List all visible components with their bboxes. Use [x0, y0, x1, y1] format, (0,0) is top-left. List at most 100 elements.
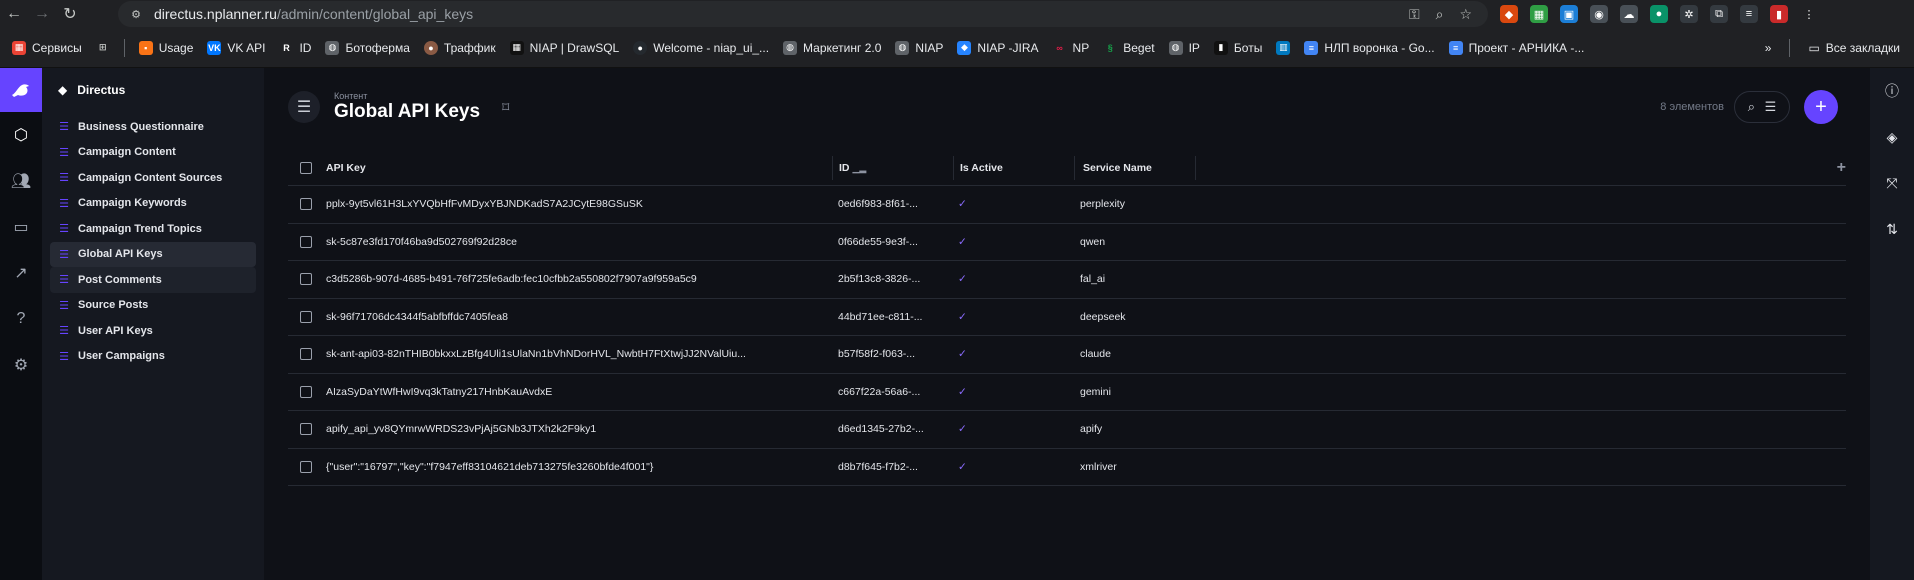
- reload-icon[interactable]: ↻: [56, 0, 84, 28]
- bookmark-label: Usage: [158, 40, 194, 55]
- layout-layers-icon[interactable]: ◈: [1870, 114, 1914, 160]
- settings-module-icon[interactable]: ⚙: [0, 342, 42, 388]
- extension-sheet-icon[interactable]: ▦: [1530, 5, 1548, 23]
- directus-logo-icon[interactable]: [0, 68, 42, 112]
- create-item-button[interactable]: +: [1804, 90, 1838, 124]
- bookmark-item[interactable]: ◆ NIAP -JIRA: [957, 40, 1039, 55]
- bookmark-label: Траффик: [443, 40, 496, 55]
- bookmark-item[interactable]: VK VK API: [207, 40, 265, 55]
- nav-item-user-api-keys[interactable]: ☰ User API Keys: [50, 318, 256, 344]
- sort-icon[interactable]: ▁▂: [853, 163, 867, 173]
- bookmark-item[interactable]: § Beget: [1103, 40, 1155, 55]
- row-checkbox[interactable]: [300, 273, 312, 286]
- bookmark-item[interactable]: ◍ IP: [1168, 40, 1200, 55]
- table-row[interactable]: c3d5286b-907d-4685-b491-76f725fe6adb:fec…: [288, 261, 1846, 299]
- nav-item-user-campaigns[interactable]: ☰ User Campaigns: [50, 344, 256, 370]
- select-all-checkbox[interactable]: [300, 161, 312, 174]
- filter-icon[interactable]: ☰: [1765, 99, 1777, 115]
- add-field-icon[interactable]: +: [1837, 159, 1846, 177]
- extension-camera-icon[interactable]: ◉: [1590, 5, 1608, 23]
- bookmark-item[interactable]: ▥: [1276, 40, 1291, 55]
- star-icon[interactable]: ☆: [1459, 6, 1472, 23]
- address-bar[interactable]: ⚙ directus.nplanner.ru/admin/content/glo…: [118, 1, 1488, 27]
- nav-item-campaign-content-sources[interactable]: ☰ Campaign Content Sources: [50, 165, 256, 191]
- nav-item-business-questionnaire[interactable]: ☰ Business Questionnaire: [50, 114, 256, 140]
- bookmark-item[interactable]: ◍ Маркетинг 2.0: [783, 40, 881, 55]
- table-row[interactable]: apify_api_yv8QYmrwWRDS23vPjAj5GNb3JTXh2k…: [288, 411, 1846, 449]
- bookmark-item[interactable]: ▦ Сервисы: [12, 40, 82, 55]
- bookmarks-overflow-icon[interactable]: »: [1765, 41, 1772, 55]
- nav-item-campaign-keywords[interactable]: ☰ Campaign Keywords: [50, 191, 256, 217]
- row-checkbox[interactable]: [300, 385, 312, 398]
- profile-icon[interactable]: ▮: [1770, 5, 1788, 23]
- nav-item-campaign-content[interactable]: ☰ Campaign Content: [50, 140, 256, 166]
- check-icon: ✓: [958, 310, 967, 323]
- bookmark-item[interactable]: ▪ Usage: [138, 40, 194, 55]
- column-header-is-active[interactable]: Is Active: [954, 162, 1074, 174]
- row-checkbox[interactable]: [300, 348, 312, 361]
- extension-fox-icon[interactable]: ◆: [1500, 5, 1518, 23]
- bookmark-item[interactable]: ◍ Ботоферма: [325, 40, 410, 55]
- search-filter-pill[interactable]: ⌕ ☰: [1734, 91, 1790, 123]
- row-checkbox[interactable]: [300, 460, 312, 473]
- info-icon[interactable]: ⓘ: [1870, 68, 1914, 114]
- zoom-icon[interactable]: ⌕: [1436, 6, 1444, 23]
- cell-api-key: pplx-9yt5vl61H3LxYVQbHfFvMDyxYBJNDKadS7A…: [326, 198, 643, 211]
- site-settings-icon[interactable]: ⚙: [128, 6, 144, 22]
- table-row[interactable]: sk-96f71706dc4344f5abfbffdc7405fea8 44bd…: [288, 299, 1846, 336]
- media-list-icon[interactable]: ≡: [1740, 5, 1758, 23]
- cell-api-key: {"user":"16797","key":"f7947eff83104621d…: [326, 460, 654, 473]
- table-row[interactable]: AIzaSyDaYtWfHwI9vq3kTatny217HnbKauAvdxE …: [288, 374, 1846, 411]
- bookmark-grid[interactable]: ⊞: [96, 41, 110, 55]
- forward-icon[interactable]: →: [28, 0, 56, 28]
- nav-item-post-comments[interactable]: ☰ Post Comments: [50, 267, 256, 293]
- row-checkbox[interactable]: [300, 198, 312, 211]
- cell-api-key: sk-5c87e3fd170f46ba9d502769f92d28ce: [326, 235, 517, 248]
- bookmark-item[interactable]: ≡ Проект - АРНИКА -...: [1448, 40, 1584, 55]
- breadcrumb[interactable]: Контент: [334, 91, 480, 101]
- project-header[interactable]: ◆ Directus: [42, 68, 264, 112]
- extension-record-icon[interactable]: ●: [1650, 5, 1668, 23]
- column-header-service-name[interactable]: Service Name: [1075, 162, 1195, 174]
- back-icon[interactable]: ←: [0, 0, 28, 28]
- insights-module-icon[interactable]: ↗: [0, 250, 42, 296]
- row-checkbox[interactable]: [300, 235, 312, 248]
- nav-item-source-posts[interactable]: ☰ Source Posts: [50, 293, 256, 319]
- bookmark-item[interactable]: ▦ NIAP | DrawSQL: [509, 40, 619, 55]
- bookmarks-off-icon[interactable]: ⤧: [1870, 160, 1914, 206]
- table-row[interactable]: sk-ant-api03-82nTHIB0bkxxLzBfg4Uli1sUlaN…: [288, 336, 1846, 374]
- table-row[interactable]: pplx-9yt5vl61H3LxYVQbHfFvMDyxYBJNDKadS7A…: [288, 186, 1846, 224]
- help-module-icon[interactable]: ?: [0, 296, 42, 342]
- extension-cloud-icon[interactable]: ☁: [1620, 5, 1638, 23]
- password-key-icon[interactable]: ⚿: [1409, 6, 1420, 23]
- extensions-puzzle-icon[interactable]: ⧉: [1710, 5, 1728, 23]
- extension-window-icon[interactable]: ▣: [1560, 5, 1578, 23]
- search-icon[interactable]: ⌕: [1748, 99, 1755, 115]
- bookmark-item[interactable]: R ID: [279, 41, 311, 55]
- column-divider[interactable]: [1195, 155, 1196, 180]
- bookmark-item[interactable]: ∞ NP: [1053, 41, 1089, 55]
- row-checkbox[interactable]: [300, 423, 312, 436]
- column-header-id[interactable]: ID ▁▂: [833, 162, 953, 174]
- nav-item-campaign-trend-topics[interactable]: ☰ Campaign Trend Topics: [50, 216, 256, 242]
- menu-kebab-icon[interactable]: ⋮: [1800, 5, 1818, 23]
- bookmark-label: Beget: [1123, 40, 1155, 55]
- bookmark-item[interactable]: ≡ НЛП воронка - Go...: [1304, 40, 1435, 55]
- extension-atom-icon[interactable]: ✲: [1680, 5, 1698, 23]
- bookmark-icon[interactable]: ⌑: [502, 99, 509, 116]
- import-export-icon[interactable]: ⇅: [1870, 206, 1914, 252]
- all-bookmarks-button[interactable]: ▭ Все закладки: [1808, 41, 1900, 55]
- table-row[interactable]: sk-5c87e3fd170f46ba9d502769f92d28ce 0f66…: [288, 224, 1846, 261]
- nav-item-global-api-keys[interactable]: ☰ Global API Keys: [50, 241, 256, 267]
- row-checkbox[interactable]: [300, 310, 312, 323]
- column-header-api-key[interactable]: API Key: [324, 162, 832, 174]
- files-module-icon[interactable]: ▭: [0, 204, 42, 250]
- table-row[interactable]: {"user":"16797","key":"f7947eff83104621d…: [288, 449, 1846, 486]
- nav-item-label: Source Posts: [78, 299, 149, 312]
- bookmark-item[interactable]: ◍ NIAP: [895, 40, 943, 55]
- users-module-icon[interactable]: 👥︎: [0, 158, 42, 204]
- bookmark-item[interactable]: ● Welcome - niap_ui_...: [633, 40, 769, 55]
- bookmark-item[interactable]: ● Траффик: [423, 40, 496, 55]
- content-module-icon[interactable]: ⬡: [0, 112, 42, 158]
- bookmark-item[interactable]: ▮ Боты: [1213, 40, 1262, 55]
